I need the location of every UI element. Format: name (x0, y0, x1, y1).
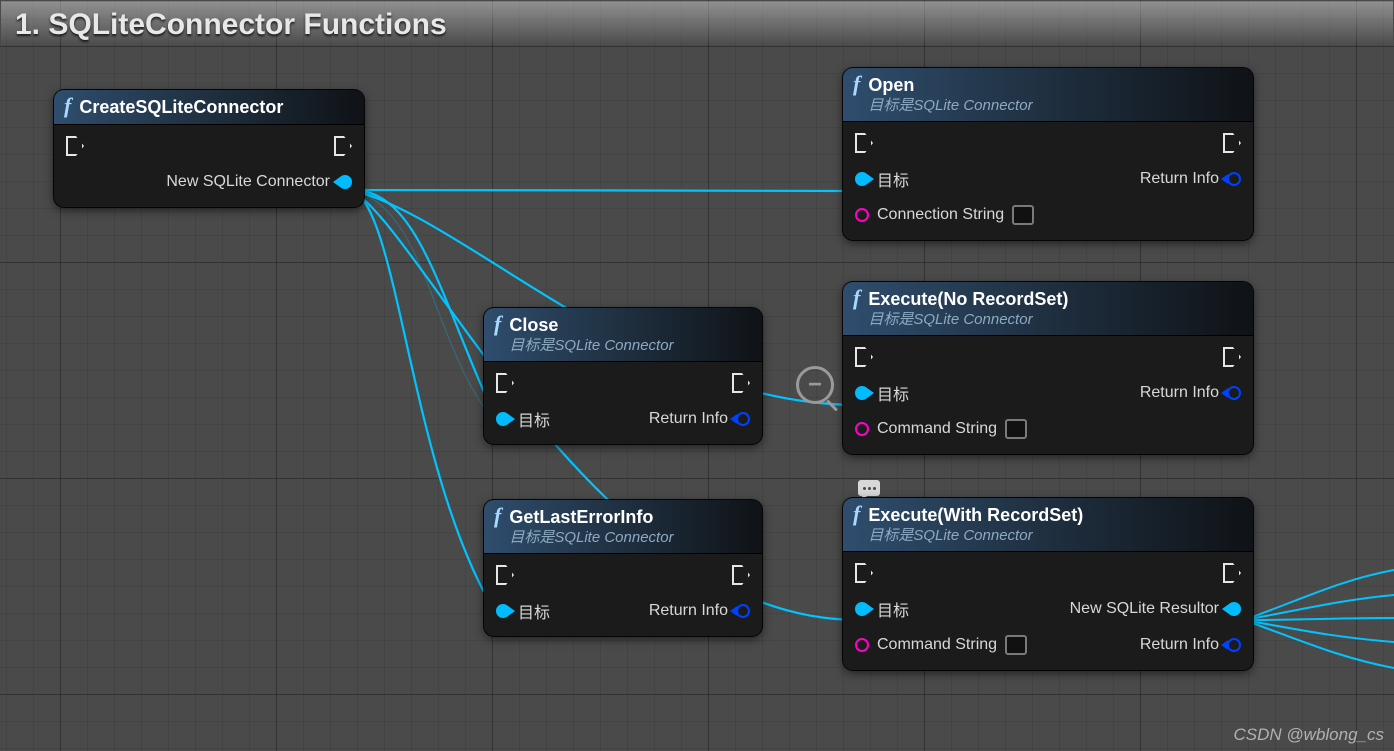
exec-in-pin[interactable] (855, 563, 873, 583)
node-body: New SQLite Connector (54, 125, 364, 207)
exec-in-pin[interactable] (66, 136, 84, 156)
node-subtitle: 目标是SQLite Connector (509, 337, 673, 355)
input-target[interactable]: 目标 (855, 167, 909, 191)
pin-label: Return Info (649, 602, 728, 620)
exec-in-pin[interactable] (496, 373, 514, 393)
exec-in-pin[interactable] (855, 133, 873, 153)
pin-label: 目标 (518, 599, 550, 623)
input-target[interactable]: 目标 (855, 597, 909, 621)
function-icon: f (494, 506, 501, 526)
section-title-text: 1. SQLiteConnector Functions (15, 8, 447, 41)
node-subtitle: 目标是SQLite Connector (868, 527, 1083, 545)
pin-label: 目标 (877, 167, 909, 191)
output-new-resultor[interactable]: New SQLite Resultor (1070, 600, 1241, 618)
string-input-box[interactable] (1005, 635, 1027, 655)
pin-label: Command String (877, 420, 997, 438)
comment-bubble-icon[interactable] (858, 480, 880, 496)
function-icon: f (853, 74, 860, 94)
node-subtitle: 目标是SQLite Connector (868, 311, 1068, 329)
pin-label: Return Info (1140, 636, 1219, 654)
node-body: 目标 Return Info Command String (843, 336, 1253, 454)
exec-in-pin[interactable] (855, 347, 873, 367)
output-return-info[interactable]: Return Info (649, 410, 750, 428)
node-header[interactable]: f Close 目标是SQLite Connector (484, 308, 762, 362)
pin-label: New SQLite Connector (166, 173, 330, 191)
exec-out-pin[interactable] (732, 373, 750, 393)
node-open[interactable]: f Open 目标是SQLite Connector 目标 Return Inf… (843, 68, 1253, 240)
node-create-sqlite-connector[interactable]: f CreateSQLiteConnector New SQLite Conne… (54, 90, 364, 207)
function-icon: f (853, 288, 860, 308)
node-title: GetLastErrorInfo (509, 506, 673, 528)
exec-out-pin[interactable] (1223, 563, 1241, 583)
exec-out-pin[interactable] (1223, 347, 1241, 367)
pin-label: Return Info (1140, 384, 1219, 402)
output-return-info[interactable]: Return Info (1140, 384, 1241, 402)
output-return-info[interactable]: Return Info (1140, 170, 1241, 188)
node-header[interactable]: f CreateSQLiteConnector (54, 90, 364, 125)
exec-out-pin[interactable] (334, 136, 352, 156)
input-command-string[interactable]: Command String (855, 419, 1027, 439)
node-header[interactable]: f Execute(With RecordSet) 目标是SQLite Conn… (843, 498, 1253, 552)
node-body: 目标 Return Info Connection String (843, 122, 1253, 240)
pin-label: New SQLite Resultor (1070, 600, 1219, 618)
node-subtitle: 目标是SQLite Connector (509, 529, 673, 547)
node-subtitle: 目标是SQLite Connector (868, 97, 1032, 115)
watermark-text: CSDN @wblong_cs (1234, 725, 1384, 745)
pin-label: Connection String (877, 206, 1004, 224)
output-new-connector[interactable]: New SQLite Connector (166, 173, 352, 191)
exec-out-pin[interactable] (1223, 133, 1241, 153)
function-icon: f (853, 504, 860, 524)
input-target[interactable]: 目标 (855, 381, 909, 405)
exec-out-pin[interactable] (732, 565, 750, 585)
node-title: CreateSQLiteConnector (79, 96, 283, 118)
zoom-out-icon[interactable]: − (796, 366, 834, 404)
pin-label: 目标 (518, 407, 550, 431)
node-execute-with-recordset[interactable]: f Execute(With RecordSet) 目标是SQLite Conn… (843, 498, 1253, 670)
node-body: 目标 Return Info (484, 554, 762, 636)
string-input-box[interactable] (1005, 419, 1027, 439)
input-target[interactable]: 目标 (496, 407, 550, 431)
section-header: 1. SQLiteConnector Functions (1, 1, 1393, 45)
input-command-string[interactable]: Command String (855, 635, 1027, 655)
node-title: Execute(With RecordSet) (868, 504, 1083, 526)
function-icon: f (64, 96, 71, 116)
node-body: 目标 Return Info (484, 362, 762, 444)
node-body: 目标 New SQLite Resultor Command String Re… (843, 552, 1253, 670)
node-execute-no-recordset[interactable]: f Execute(No RecordSet) 目标是SQLite Connec… (843, 282, 1253, 454)
pin-label: 目标 (877, 381, 909, 405)
pin-label: Command String (877, 636, 997, 654)
node-header[interactable]: f Open 目标是SQLite Connector (843, 68, 1253, 122)
pin-label: Return Info (1140, 170, 1219, 188)
blueprint-canvas[interactable]: 1. SQLiteConnector Functions (0, 0, 1394, 751)
node-close[interactable]: f Close 目标是SQLite Connector 目标 Return In… (484, 308, 762, 444)
function-icon: f (494, 314, 501, 334)
node-header[interactable]: f GetLastErrorInfo 目标是SQLite Connector (484, 500, 762, 554)
output-return-info[interactable]: Return Info (1140, 636, 1241, 654)
node-header[interactable]: f Execute(No RecordSet) 目标是SQLite Connec… (843, 282, 1253, 336)
node-title: Open (868, 74, 1032, 96)
pin-label: 目标 (877, 597, 909, 621)
node-title: Close (509, 314, 673, 336)
exec-in-pin[interactable] (496, 565, 514, 585)
input-connection-string[interactable]: Connection String (855, 205, 1034, 225)
node-get-last-error-info[interactable]: f GetLastErrorInfo 目标是SQLite Connector 目… (484, 500, 762, 636)
string-input-box[interactable] (1012, 205, 1034, 225)
pin-label: Return Info (649, 410, 728, 428)
node-title: Execute(No RecordSet) (868, 288, 1068, 310)
output-return-info[interactable]: Return Info (649, 602, 750, 620)
input-target[interactable]: 目标 (496, 599, 550, 623)
